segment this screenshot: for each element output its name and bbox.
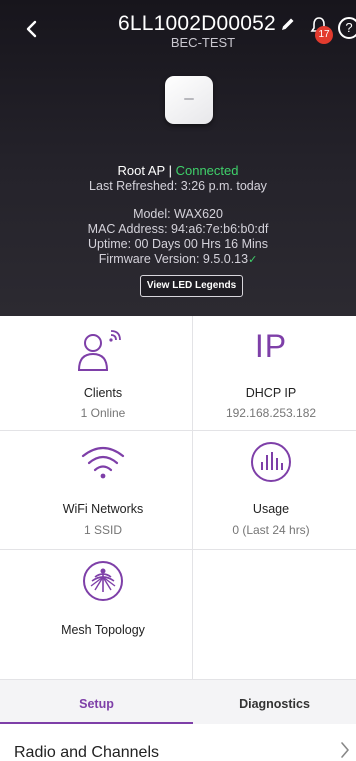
radio-and-channels-label: Radio and Channels <box>14 744 159 761</box>
last-refreshed: Last Refreshed: 3:26 p.m. today <box>89 179 267 193</box>
dhcp-ip-value: 192.168.253.182 <box>225 406 317 420</box>
access-point-device-image <box>165 76 213 124</box>
uptime: Uptime: 00 Days 00 Hrs 16 Mins <box>88 237 268 251</box>
wifi-networks-value: 1 SSID <box>83 523 122 537</box>
edit-pencil-icon[interactable] <box>280 16 296 32</box>
feature-tiles-grid: Clients 1 Online IP DHCP IP 192.168.253.… <box>0 316 356 680</box>
usage-value: 0 (Last 24 hrs) <box>232 523 310 537</box>
mesh-topology-tile[interactable]: Mesh Topology <box>14 549 192 679</box>
firmware-ok-check-icon: ✓ <box>248 254 258 266</box>
device-name-subtitle: BEC-TEST <box>170 35 236 50</box>
dhcp-ip-label: DHCP IP <box>245 386 297 400</box>
wifi-icon <box>81 446 125 479</box>
firmware-version-line: Firmware Version: 9.5.0.13✓ <box>0 252 356 266</box>
connection-status: Connected <box>175 163 239 178</box>
clients-label: Clients <box>83 386 123 400</box>
clients-icon <box>77 330 121 371</box>
ap-role-label: Root AP | <box>117 163 172 178</box>
radio-and-channels-row[interactable]: Radio and Channels <box>0 724 356 761</box>
clients-tile[interactable]: Clients 1 Online <box>14 316 192 430</box>
device-header: 6LL1002D00052 BEC-TEST 17 ? Root AP | Co… <box>0 0 356 316</box>
mac-address: MAC Address: 94:a6:7e:b6:b0:df <box>87 222 269 236</box>
mesh-topology-label: Mesh Topology <box>61 623 145 637</box>
usage-chart-icon <box>251 442 291 482</box>
device-serial-title: 6LL1002D00052 <box>118 12 276 35</box>
help-icon[interactable]: ? <box>338 17 356 39</box>
clients-value: 1 Online <box>80 406 126 420</box>
mesh-topology-icon <box>83 561 123 601</box>
usage-label: Usage <box>252 502 290 516</box>
firmware-version: Firmware Version: 9.5.0.13 <box>98 252 249 266</box>
bottom-tabs: Setup Diagnostics <box>0 680 356 724</box>
wifi-networks-label: WiFi Networks <box>62 502 144 516</box>
notification-count-badge[interactable]: 17 <box>315 26 333 44</box>
usage-tile[interactable]: Usage 0 (Last 24 hrs) <box>182 430 356 549</box>
tab-setup[interactable]: Setup <box>0 680 193 724</box>
ip-icon: IP <box>254 328 288 364</box>
ap-role-status: Root AP | Connected <box>0 163 356 178</box>
wifi-networks-tile[interactable]: WiFi Networks 1 SSID <box>14 430 192 549</box>
view-led-legends-button[interactable]: View LED Legends <box>140 275 243 297</box>
tab-diagnostics[interactable]: Diagnostics <box>193 680 356 724</box>
model-info: Model: WAX620 <box>133 207 223 221</box>
chevron-right-icon <box>341 742 349 758</box>
dhcp-ip-tile[interactable]: IP DHCP IP 192.168.253.182 <box>182 316 356 430</box>
